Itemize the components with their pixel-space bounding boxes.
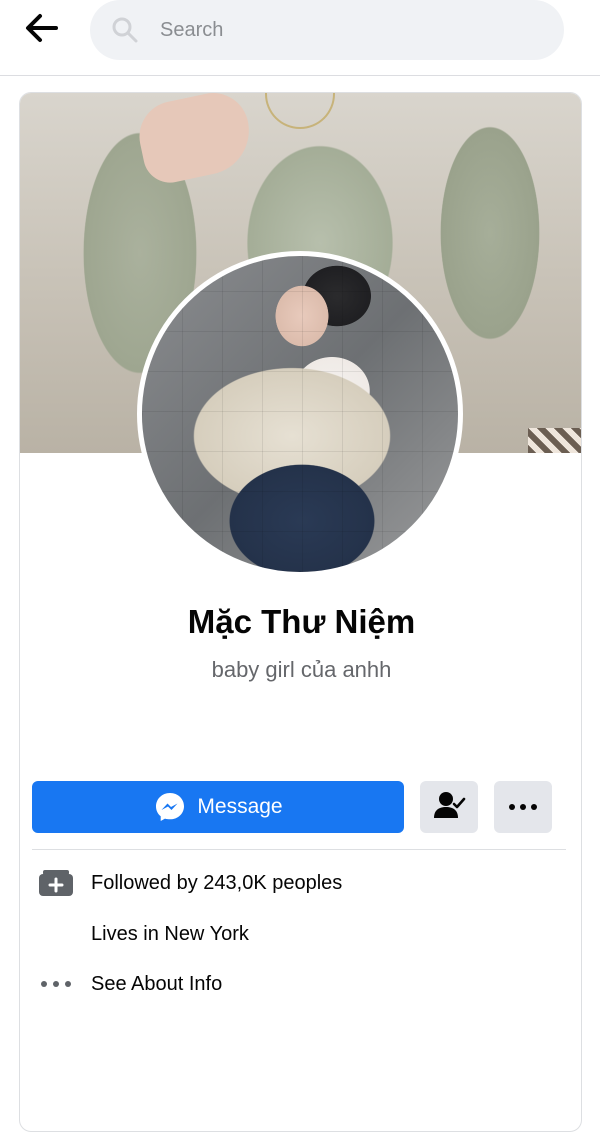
message-button-label: Message bbox=[197, 795, 283, 818]
see-about-info-row[interactable]: See About Info bbox=[20, 964, 581, 1004]
cover-photo-detail bbox=[132, 93, 258, 188]
profile-avatar[interactable] bbox=[137, 251, 463, 577]
search-icon bbox=[110, 15, 140, 45]
location-text: Lives in New York bbox=[91, 922, 249, 945]
message-button[interactable]: Message bbox=[32, 781, 404, 833]
followers-text: Followed by 243,0K peoples bbox=[91, 871, 343, 894]
more-dots-icon bbox=[36, 969, 76, 999]
location-row: Lives in New York bbox=[20, 914, 581, 954]
top-bar bbox=[0, 0, 600, 76]
cover-photo-pillow bbox=[528, 428, 581, 453]
avatar-background bbox=[142, 256, 458, 572]
location-icon-placeholder bbox=[36, 919, 76, 949]
arrow-left-icon bbox=[25, 13, 59, 48]
see-about-info-label: See About Info bbox=[91, 972, 223, 995]
back-button[interactable] bbox=[22, 10, 62, 50]
followers-row: Followed by 243,0K peoples bbox=[20, 863, 581, 903]
search-bar[interactable] bbox=[90, 0, 564, 60]
profile-bio: baby girl của anhh bbox=[211, 657, 392, 682]
friend-check-icon bbox=[432, 790, 466, 825]
profile-name: Mặc Thư Niệm bbox=[187, 603, 416, 640]
friend-status-button[interactable] bbox=[420, 781, 478, 833]
followers-icon bbox=[36, 868, 76, 898]
divider bbox=[32, 849, 566, 850]
search-input[interactable] bbox=[160, 18, 540, 42]
profile-card: Mặc Thư Niệm baby girl của anhh Message bbox=[19, 92, 582, 1132]
messenger-icon bbox=[153, 790, 187, 824]
cover-photo-necklace bbox=[265, 93, 335, 129]
more-dots-icon bbox=[508, 798, 538, 816]
more-options-button[interactable] bbox=[494, 781, 552, 833]
